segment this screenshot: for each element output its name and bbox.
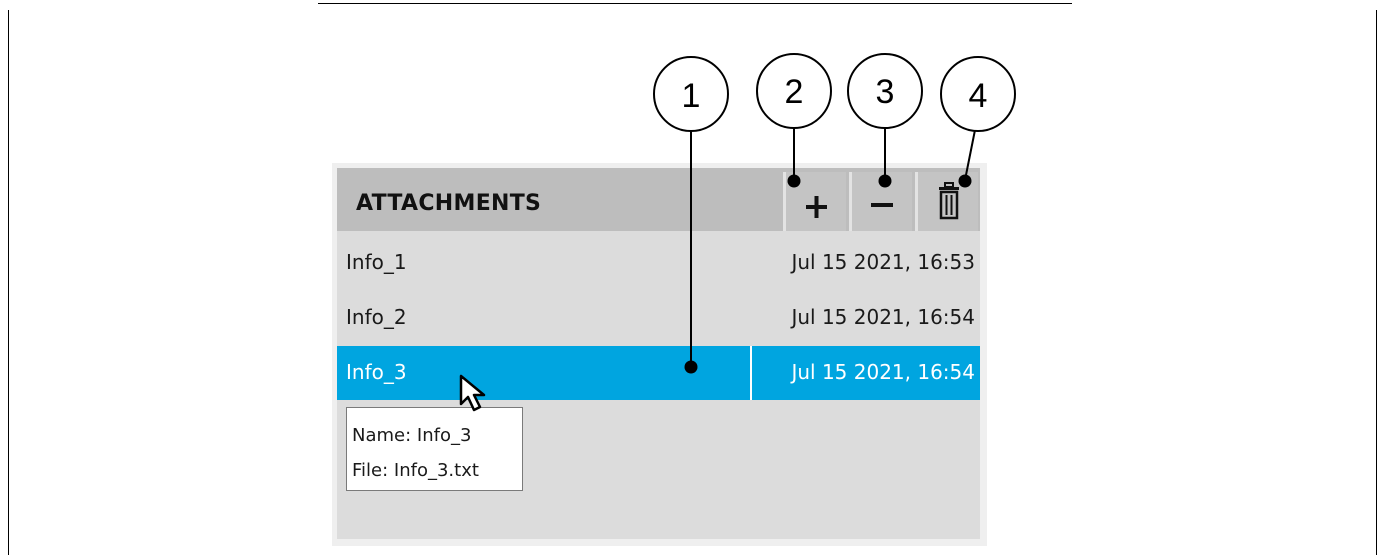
attachment-row[interactable]: Info_1 Jul 15 2021, 16:53 (337, 236, 980, 290)
attachment-tooltip: Name: Info_3 File: Info_3.txt (346, 407, 523, 491)
callout-2-number: 2 (785, 73, 804, 111)
tooltip-file-line: File: Info_3.txt (352, 460, 479, 481)
attachment-date: Jul 15 2021, 16:54 (791, 305, 975, 329)
column-divider (750, 346, 752, 400)
callout-1-number: 1 (682, 77, 701, 115)
attachment-name: Info_1 (346, 250, 407, 274)
delete-attachment-button[interactable] (915, 172, 978, 231)
remove-attachment-button[interactable] (849, 172, 912, 231)
frame-right-line (1376, 10, 1377, 555)
attachment-date: Jul 15 2021, 16:54 (791, 360, 975, 384)
callout-4-number: 4 (969, 77, 988, 115)
plus-icon (806, 196, 827, 218)
attachments-title: ATTACHMENTS (356, 191, 542, 216)
add-attachment-button[interactable] (783, 172, 846, 231)
attachment-name: Info_3 (346, 360, 407, 384)
attachment-row-selected[interactable]: Info_3 Jul 15 2021, 16:54 (337, 346, 980, 400)
attachments-header: ATTACHMENTS (337, 168, 980, 231)
minus-icon (871, 203, 893, 207)
frame-left-line (8, 10, 9, 555)
callout-4-circle (940, 56, 1016, 132)
attachment-date: Jul 15 2021, 16:53 (791, 250, 975, 274)
tooltip-name-line: Name: Info_3 (352, 425, 472, 446)
callout-2-circle (756, 53, 832, 129)
mouse-pointer-icon (459, 374, 486, 412)
frame-top-line (318, 3, 1072, 4)
callout-1-circle (653, 56, 729, 132)
attachment-name: Info_2 (346, 305, 407, 329)
callout-3-circle (847, 53, 923, 129)
trash-icon (939, 182, 959, 220)
callout-3-number: 3 (876, 73, 895, 111)
attachment-row[interactable]: Info_2 Jul 15 2021, 16:54 (337, 291, 980, 345)
